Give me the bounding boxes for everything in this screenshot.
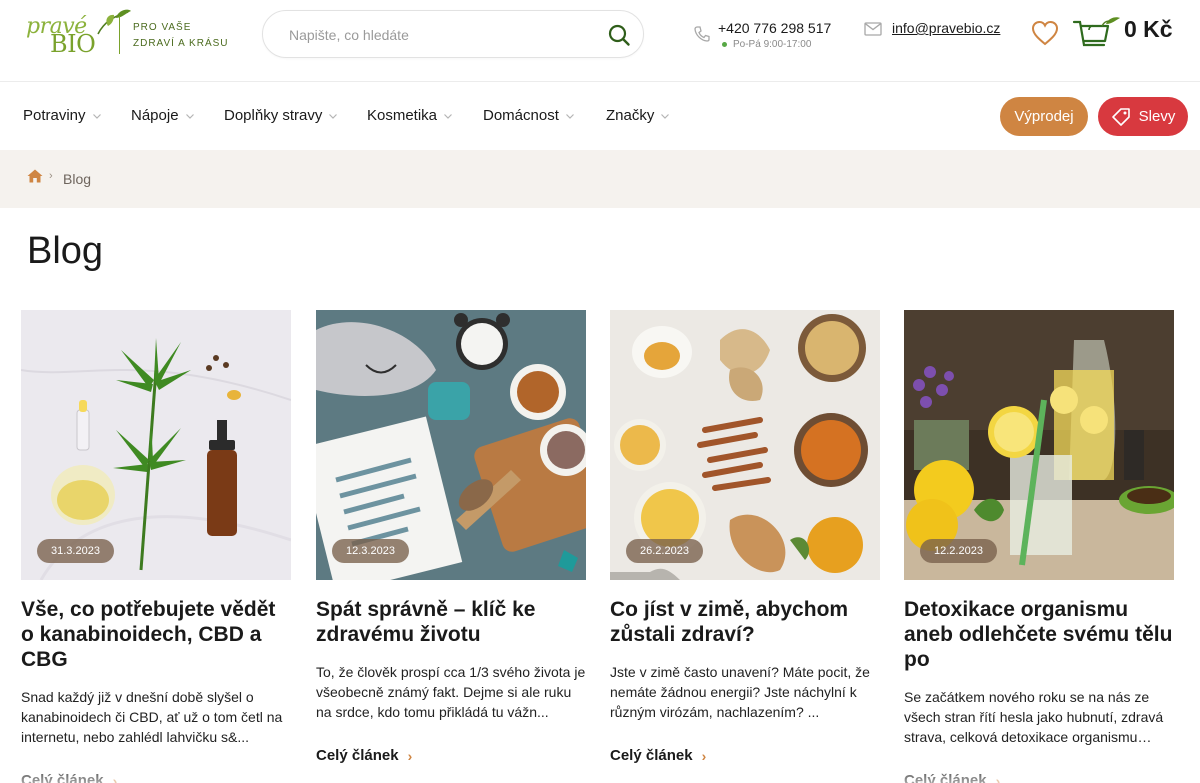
chevron-down-icon <box>444 113 452 119</box>
page-title: Blog <box>27 230 104 272</box>
nav-item-label: Potraviny <box>23 107 86 124</box>
search-button[interactable] <box>605 21 633 49</box>
chevron-down-icon <box>565 113 574 119</box>
sale-button[interactable]: Výprodej <box>1000 97 1088 136</box>
read-more-label: Celý článek <box>610 747 693 764</box>
mail-icon <box>864 22 882 36</box>
home-icon[interactable] <box>27 169 43 183</box>
main-navigation: Potraviny Nápoje Doplňky stravy Kosmetik… <box>0 83 1200 150</box>
nav-item-kosmetika[interactable]: Kosmetika <box>367 107 453 124</box>
chevron-down-icon <box>92 113 101 119</box>
breadcrumb-current: Blog <box>63 171 92 187</box>
date-badge: 31.3.2023 <box>37 539 114 563</box>
chevron-down-icon <box>185 113 194 119</box>
logo-divider <box>119 16 120 54</box>
status-dot-icon <box>722 42 727 47</box>
nav-item-potraviny[interactable]: Potraviny <box>23 107 102 124</box>
read-more-label: Celý článek <box>21 772 104 783</box>
email-link[interactable]: info@pravebio.cz <box>892 20 1000 36</box>
opening-hours: Po-Pá 9:00-17:00 <box>722 39 811 50</box>
deals-button[interactable]: Slevy <box>1098 97 1188 136</box>
nav-item-doplnky-stravy[interactable]: Doplňky stravy <box>224 107 338 124</box>
chevron-right-icon: › <box>112 772 118 783</box>
nav-item-znacky[interactable]: Značky <box>606 107 670 124</box>
date-badge: 26.2.2023 <box>626 539 703 563</box>
chevron-down-icon <box>329 113 338 119</box>
article-card: 31.3.2023 Vše, co potřebujete vědět o ka… <box>21 310 291 783</box>
heart-icon[interactable] <box>1031 20 1059 46</box>
article-card: 12.2.2023 Detoxikace organismu aneb odle… <box>904 310 1174 783</box>
phone-number[interactable]: +420 776 298 517 <box>718 20 831 36</box>
nav-item-label: Nápoje <box>131 107 179 124</box>
article-excerpt: To, že člověk prospí cca 1/3 svého život… <box>316 664 586 720</box>
date-badge: 12.2.2023 <box>920 539 997 563</box>
site-header: pravé BIO PRO VAŠE ZDRAVÍ A KRÁSU +420 7… <box>0 0 1200 82</box>
nav-item-label: Kosmetika <box>367 107 438 124</box>
nav-item-label: Značky <box>606 107 655 124</box>
deals-button-label: Slevy <box>1138 108 1176 125</box>
search-icon <box>608 24 630 46</box>
opening-hours-text: Po-Pá 9:00-17:00 <box>733 39 812 50</box>
nav-item-domacnost[interactable]: Domácnost <box>483 107 575 124</box>
chevron-down-icon <box>661 113 670 119</box>
read-more-link[interactable]: Celý článek › <box>904 772 1174 783</box>
logo-text-bio: BIO <box>50 30 96 58</box>
search-box <box>262 10 644 58</box>
tagline-line-2: ZDRAVÍ A KRÁSU <box>133 38 229 49</box>
article-excerpt: Jste v zimě často unavení? Máte pocit, ž… <box>610 664 870 720</box>
read-more-link[interactable]: Celý článek › <box>316 747 586 764</box>
read-more-label: Celý článek <box>316 747 399 764</box>
article-title[interactable]: Detoxikace organismu aneb odlehčete svém… <box>904 597 1174 672</box>
chevron-right-icon: › <box>995 772 1001 783</box>
nav-item-label: Domácnost <box>483 107 559 124</box>
article-title[interactable]: Co jíst v zimě, abychom zůstali zdraví? <box>610 597 880 647</box>
article-card: 12.3.2023 Spát správně – klíč ke zdravém… <box>316 310 586 764</box>
article-image[interactable]: 31.3.2023 <box>21 310 291 580</box>
leaf-icon <box>97 9 131 35</box>
date-badge: 12.3.2023 <box>332 539 409 563</box>
phone-icon <box>694 26 710 42</box>
article-title[interactable]: Spát správně – klíč ke zdravému životu <box>316 597 586 647</box>
cart-icon[interactable] <box>1072 16 1122 50</box>
article-image[interactable]: 12.2.2023 <box>904 310 1174 580</box>
tag-icon <box>1111 107 1130 126</box>
article-image[interactable]: 26.2.2023 <box>610 310 880 580</box>
article-image[interactable]: 12.3.2023 <box>316 310 586 580</box>
cart-total[interactable]: 0 Kč <box>1124 16 1173 43</box>
read-more-label: Celý článek <box>904 772 987 783</box>
article-card: 26.2.2023 Co jíst v zimě, abychom zůstal… <box>610 310 880 764</box>
article-title[interactable]: Vše, co potřebujete vědět o kanabinoidec… <box>21 597 291 672</box>
article-excerpt: Snad každý již v dnešní době slyšel o ka… <box>21 689 283 745</box>
tagline-line-1: PRO VAŠE <box>133 22 192 33</box>
nav-item-label: Doplňky stravy <box>224 107 323 124</box>
article-excerpt: Se začátkem nového roku se na nás ze vše… <box>904 689 1164 745</box>
breadcrumb: › Blog <box>0 150 1200 208</box>
search-input[interactable] <box>289 23 589 47</box>
chevron-right-icon: › <box>701 747 707 764</box>
chevron-right-icon: › <box>407 747 413 764</box>
read-more-link[interactable]: Celý článek › <box>21 772 291 783</box>
nav-item-napoje[interactable]: Nápoje <box>131 107 195 124</box>
read-more-link[interactable]: Celý článek › <box>610 747 880 764</box>
breadcrumb-separator: › <box>49 170 53 182</box>
tagline: PRO VAŠE ZDRAVÍ A KRÁSU <box>133 20 229 52</box>
